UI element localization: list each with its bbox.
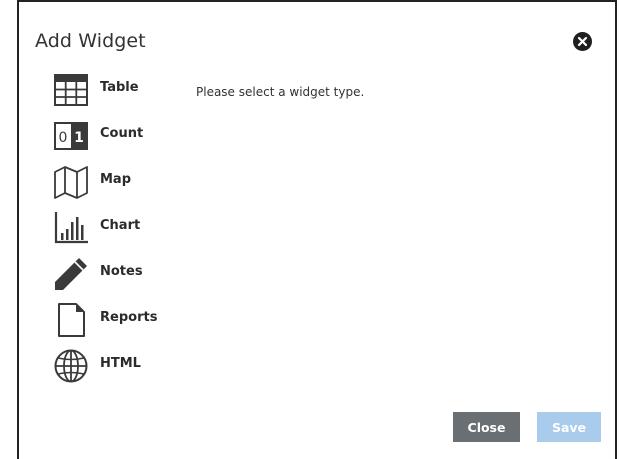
widget-type-table[interactable]: Table: [52, 71, 172, 109]
save-button[interactable]: Save: [537, 412, 601, 442]
widget-type-label: Notes: [100, 264, 143, 279]
pencil-icon: [52, 255, 90, 293]
count-icon-digit-one: 1: [74, 130, 84, 146]
select-widget-prompt: Please select a widget type.: [196, 85, 365, 99]
count-icon-digit-zero: 0: [59, 130, 68, 146]
widget-type-chart[interactable]: Chart: [52, 209, 172, 247]
add-widget-dialog: Add Widget Table 0 1 Count Map Chart Not…: [17, 0, 617, 459]
widget-type-map[interactable]: Map: [52, 163, 172, 201]
close-button[interactable]: Close: [453, 412, 520, 442]
document-icon: [52, 301, 90, 339]
close-circle-icon[interactable]: [573, 32, 592, 51]
widget-type-label: HTML: [100, 356, 141, 371]
widget-type-label: Map: [100, 172, 132, 187]
map-icon: [52, 163, 90, 201]
widget-type-label: Table: [100, 80, 139, 95]
dialog-title: Add Widget: [35, 30, 146, 52]
widget-type-label: Chart: [100, 218, 141, 233]
widget-type-notes[interactable]: Notes: [52, 255, 172, 293]
widget-type-html[interactable]: HTML: [52, 347, 172, 385]
widget-type-count[interactable]: 0 1 Count: [52, 117, 172, 155]
globe-icon: [52, 347, 90, 385]
chart-icon: [52, 209, 90, 247]
widget-type-reports[interactable]: Reports: [52, 301, 172, 339]
widget-type-label: Count: [100, 126, 144, 141]
widget-type-label: Reports: [100, 310, 158, 325]
table-icon: [52, 71, 90, 109]
count-icon: 0 1: [52, 117, 90, 155]
